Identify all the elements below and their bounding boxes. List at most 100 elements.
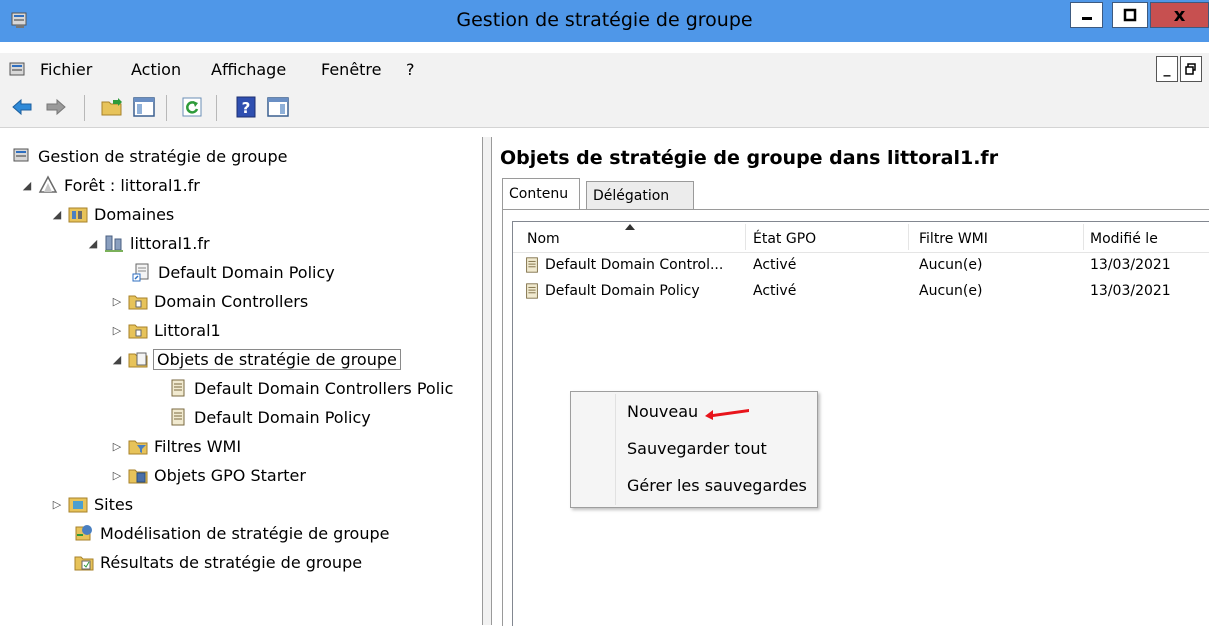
tree-label-results: Résultats de stratégie de groupe (100, 552, 363, 572)
menu-affichage[interactable]: Affichage (211, 60, 286, 79)
starter-gpo-icon (128, 469, 148, 484)
gpo-icon (526, 283, 538, 299)
tab-contenu[interactable]: Contenu (502, 178, 580, 209)
table-row[interactable]: Default Domain Control... Activé Aucun(e… (513, 252, 1209, 278)
minimize-icon (1081, 17, 1092, 20)
expand-icon[interactable]: ▷ (110, 324, 124, 337)
tree-item-sites[interactable]: ▷ Sites (50, 491, 133, 517)
toolbar-separator (166, 95, 167, 121)
show-hide-tree-icon[interactable] (132, 95, 156, 119)
collapse-icon[interactable]: ◢ (50, 208, 64, 221)
menu-item-gerer-sauvegardes[interactable]: Gérer les sauvegardes (627, 476, 807, 495)
menu-fichier[interactable]: Fichier (40, 60, 92, 79)
expand-icon[interactable]: ▷ (110, 469, 124, 482)
refresh-icon[interactable] (180, 95, 204, 119)
details-heading: Objets de stratégie de groupe dans litto… (500, 147, 999, 169)
tree-item-results[interactable]: Résultats de stratégie de groupe (74, 549, 362, 575)
back-icon[interactable] (10, 95, 34, 119)
tree-item-wmi-filters[interactable]: ▷ Filtres WMI (110, 433, 241, 459)
maximize-button[interactable] (1112, 2, 1148, 28)
results-icon (74, 556, 94, 571)
domain-icon (105, 235, 123, 252)
column-divider[interactable] (1083, 224, 1084, 250)
tree-label-domain: littoral1.fr (130, 233, 210, 253)
tree-label-domain-controllers: Domain Controllers (154, 291, 309, 311)
gpmc-icon (13, 148, 29, 162)
collapse-icon[interactable]: ◢ (110, 353, 124, 366)
ou-folder-icon (128, 295, 148, 310)
expand-icon[interactable]: ▷ (110, 295, 124, 308)
console-tree: Gestion de stratégie de groupe ◢ Forêt :… (0, 137, 483, 625)
expand-icon[interactable]: ▷ (50, 498, 64, 511)
expand-icon[interactable]: ▷ (110, 440, 124, 453)
collapse-icon[interactable]: ◢ (20, 179, 34, 192)
title-bar: Gestion de stratégie de groupe x (0, 0, 1209, 42)
table-row[interactable]: Default Domain Policy Activé Aucun(e) 13… (513, 278, 1209, 304)
cell-modified: 13/03/2021 (1090, 257, 1171, 273)
tree-label-sites: Sites (94, 494, 134, 514)
domains-icon (68, 207, 88, 223)
gpo-folder-icon (128, 352, 148, 368)
gpo-icon (171, 408, 185, 426)
collapse-icon[interactable]: ◢ (86, 237, 100, 250)
gpo-link-icon (132, 263, 149, 282)
system-menu-icon[interactable] (8, 60, 28, 80)
menu-action[interactable]: Action (131, 60, 181, 79)
column-header-filtre[interactable]: Filtre WMI (919, 231, 988, 247)
tree-label-wmi-filters: Filtres WMI (154, 436, 242, 456)
toolbar: ? (0, 87, 1209, 128)
menu-help[interactable]: ? (406, 60, 415, 79)
cell-name: Default Domain Control... (545, 257, 724, 273)
tree-item-domain-controllers[interactable]: ▷ Domain Controllers (110, 288, 308, 314)
column-divider[interactable] (908, 224, 909, 250)
menu-fenetre[interactable]: Fenêtre (321, 60, 382, 79)
column-header-etat[interactable]: État GPO (753, 231, 816, 247)
cell-wmi: Aucun(e) (919, 257, 983, 273)
tree-item-domains[interactable]: ◢ Domaines (50, 201, 175, 227)
tree-item-forest[interactable]: ◢ Forêt : littoral1.fr (20, 172, 200, 198)
toolbar-separator (84, 95, 85, 121)
wmi-filter-icon (128, 440, 148, 455)
menu-item-nouveau[interactable]: Nouveau (627, 402, 698, 421)
tree-item-modeling[interactable]: Modélisation de stratégie de groupe (74, 520, 389, 546)
tree-item-default-domain-policy-link[interactable]: Default Domain Policy (132, 259, 335, 285)
window-title: Gestion de stratégie de groupe (456, 9, 753, 31)
tree-item-starter-gpos[interactable]: ▷ Objets GPO Starter (110, 462, 306, 488)
cell-modified: 13/03/2021 (1090, 283, 1171, 299)
cell-state: Activé (753, 283, 797, 299)
tree-item-gpo-objects[interactable]: ◢ Objets de stratégie de groupe (110, 346, 401, 372)
cell-name: Default Domain Policy (545, 283, 700, 299)
column-header-nom[interactable]: Nom (527, 231, 560, 247)
menu-item-sauvegarder-tout[interactable]: Sauvegarder tout (627, 439, 767, 458)
mdi-restore-button[interactable] (1180, 56, 1202, 82)
context-menu: Nouveau Sauvegarder tout Gérer les sauve… (570, 391, 818, 508)
minimize-button[interactable] (1070, 2, 1103, 28)
tree-item-domain[interactable]: ◢ littoral1.fr (86, 230, 210, 256)
tree-label-starter-gpos: Objets GPO Starter (154, 465, 306, 485)
tree-label-modeling: Modélisation de stratégie de groupe (100, 523, 390, 543)
ou-folder-icon (128, 324, 148, 339)
forest-icon (38, 175, 58, 193)
pane-splitter[interactable] (483, 137, 492, 625)
column-header-modifie[interactable]: Modifié le (1090, 231, 1158, 247)
tree-item-root[interactable]: Gestion de stratégie de groupe (12, 143, 287, 169)
tree-label-root: Gestion de stratégie de groupe (38, 146, 288, 166)
tree-item-gpo-ddp[interactable]: Default Domain Policy (168, 404, 371, 430)
sites-icon (68, 497, 88, 513)
maximize-icon (1123, 8, 1137, 22)
tree-item-littoral1[interactable]: ▷ Littoral1 (110, 317, 221, 343)
tree-label-default-domain-policy: Default Domain Policy (158, 262, 335, 282)
show-action-pane-icon[interactable] (266, 95, 290, 119)
column-divider[interactable] (745, 224, 746, 250)
up-folder-icon[interactable] (100, 95, 124, 119)
toolbar-separator (216, 95, 217, 121)
tree-item-gpo-ddcp[interactable]: Default Domain Controllers Polic (168, 375, 453, 401)
gpo-icon (171, 379, 185, 397)
cell-state: Activé (753, 257, 797, 273)
close-button[interactable]: x (1150, 2, 1209, 28)
mdi-minimize-button[interactable]: _ (1156, 56, 1178, 82)
tab-delegation[interactable]: Délégation (586, 181, 694, 209)
help-icon[interactable]: ? (234, 95, 258, 119)
forward-icon[interactable] (44, 95, 68, 119)
sort-ascending-icon (625, 224, 635, 230)
